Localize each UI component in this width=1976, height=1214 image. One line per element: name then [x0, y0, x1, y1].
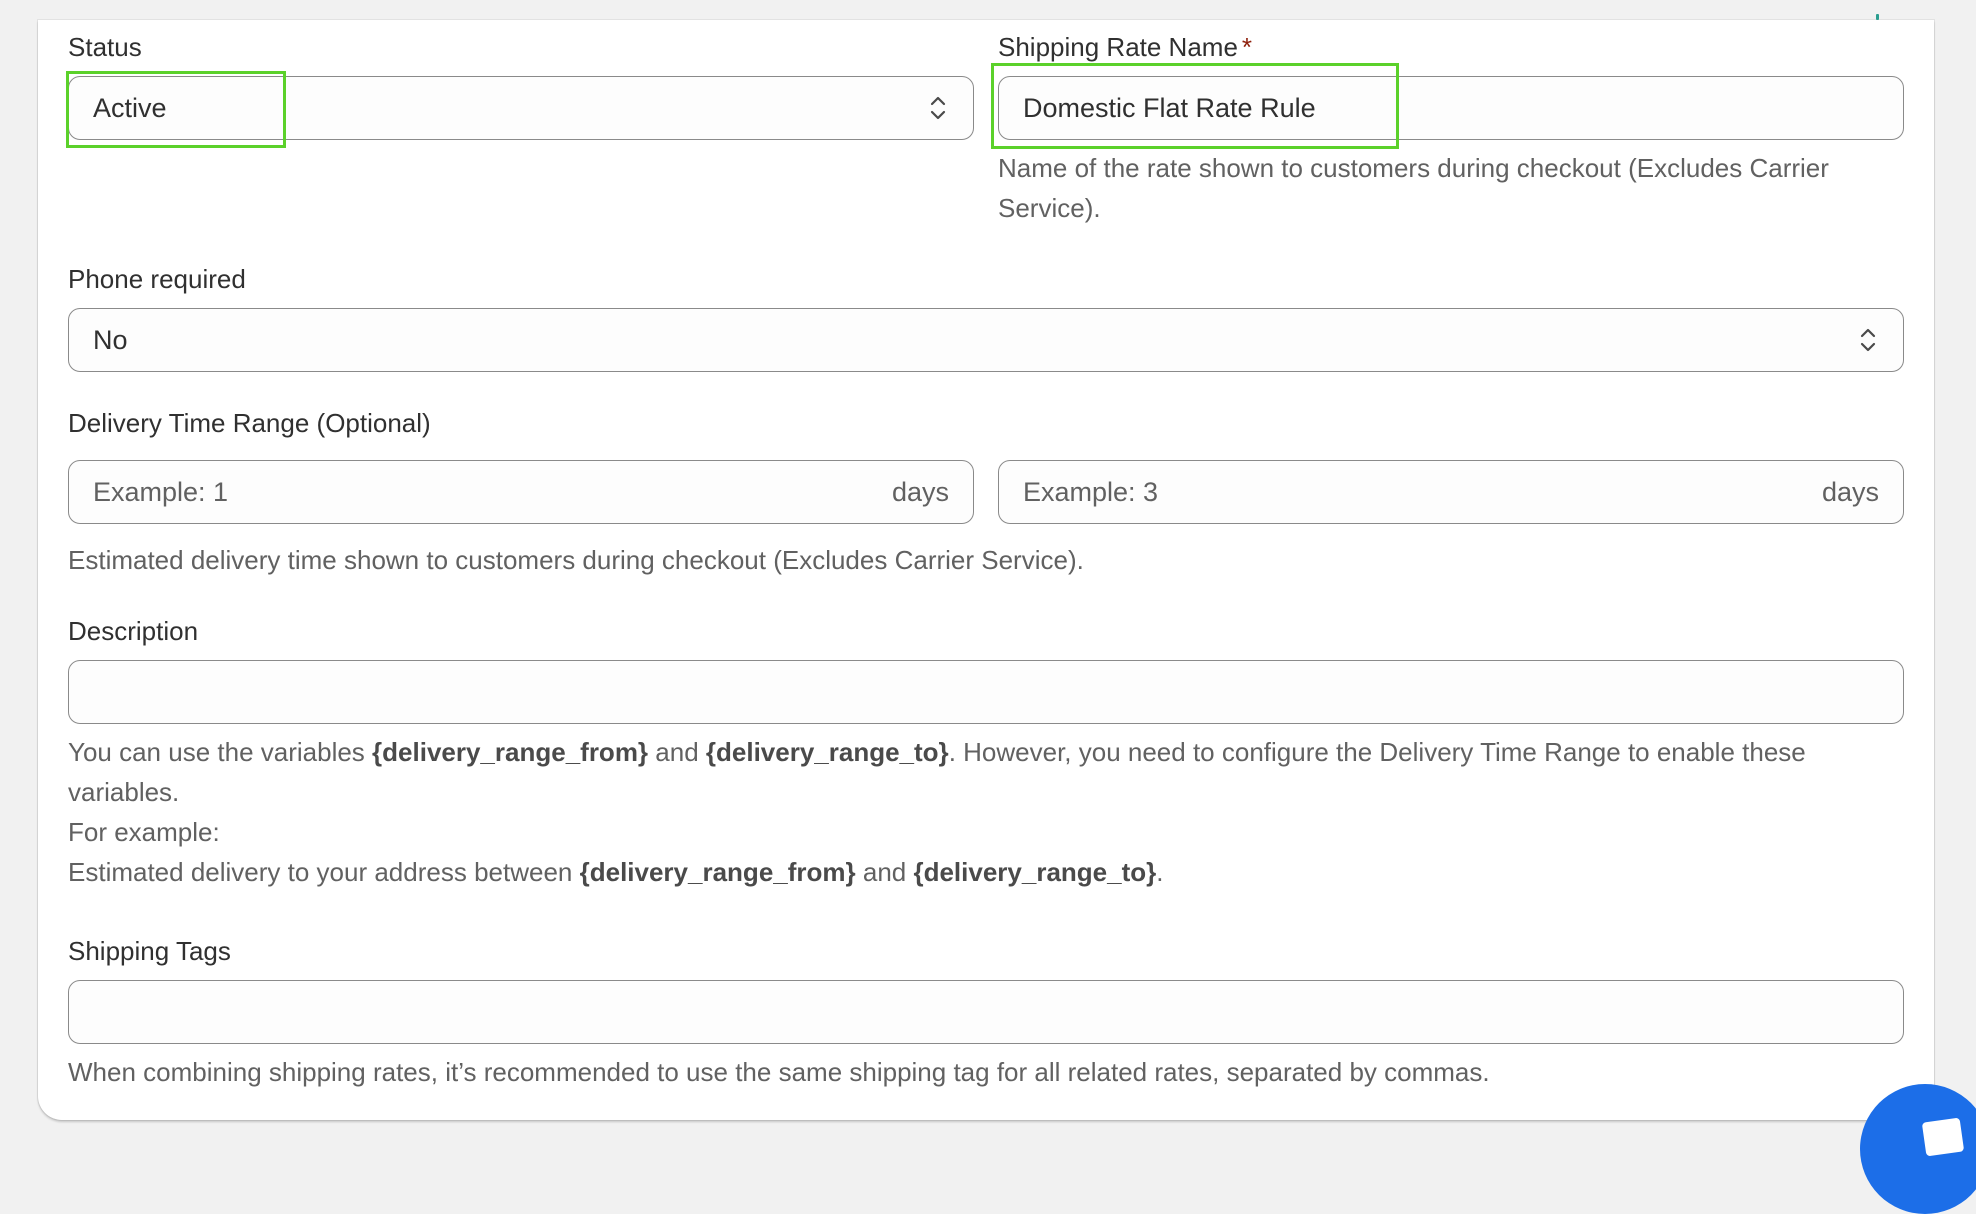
delivery-range-to-placeholder: Example: 3	[1023, 476, 1159, 507]
description-example-prefix: Estimated delivery to your address betwe…	[68, 857, 580, 887]
phone-required-value: No	[93, 324, 128, 355]
description-help-text: You can use the variables	[68, 737, 373, 767]
delivery-range-from-input[interactable]: Example: 1 days	[68, 460, 974, 524]
status-select[interactable]: Active	[68, 76, 974, 140]
chat-icon	[1921, 1117, 1965, 1157]
description-help: You can use the variables {delivery_rang…	[68, 732, 1904, 892]
shipping-rate-name-help: Name of the rate shown to customers duri…	[998, 153, 1829, 223]
example-variable-from: {delivery_range_from}	[579, 857, 856, 887]
status-label: Status	[68, 32, 142, 62]
description-input[interactable]	[68, 660, 1904, 724]
shipping-rate-name-value: Domestic Flat Rate Rule	[1023, 92, 1316, 123]
shipping-rate-name-label-text: Shipping Rate Name	[998, 32, 1238, 62]
shipping-rate-name-label: Shipping Rate Name *	[998, 32, 1252, 63]
delivery-time-range-label: Delivery Time Range (Optional)	[68, 408, 431, 438]
description-help-and: and	[648, 737, 706, 767]
status-select-value: Active	[93, 92, 167, 123]
shipping-tags-help: When combining shipping rates, it’s reco…	[68, 1057, 1490, 1087]
chevron-up-down-icon	[927, 92, 949, 124]
description-label: Description	[68, 616, 199, 646]
example-variable-to: {delivery_range_to}	[913, 857, 1157, 887]
shipping-tags-input[interactable]	[68, 980, 1904, 1044]
description-example-suffix: .	[1156, 857, 1164, 887]
description-example-label: For example:	[68, 817, 220, 847]
variable-delivery-range-to: {delivery_range_to}	[705, 737, 949, 767]
chevron-up-down-icon	[1857, 324, 1879, 356]
delivery-range-from-placeholder: Example: 1	[93, 476, 229, 507]
delivery-time-range-help: Estimated delivery time shown to custome…	[68, 545, 1084, 575]
corner-mark	[1876, 14, 1879, 20]
variable-delivery-range-from: {delivery_range_from}	[372, 737, 649, 767]
phone-required-label: Phone required	[68, 264, 246, 294]
phone-required-select[interactable]: No	[68, 308, 1904, 372]
delivery-range-from-unit: days	[891, 476, 949, 507]
delivery-range-to-input[interactable]: Example: 3 days	[998, 460, 1904, 524]
shipping-rate-name-input[interactable]: Domestic Flat Rate Rule	[998, 76, 1904, 140]
description-example-and: and	[855, 857, 914, 887]
delivery-range-to-unit: days	[1821, 476, 1879, 507]
shipping-tags-label: Shipping Tags	[68, 936, 231, 966]
required-mark: *	[1241, 32, 1253, 62]
chat-button[interactable]	[1860, 1084, 1976, 1214]
